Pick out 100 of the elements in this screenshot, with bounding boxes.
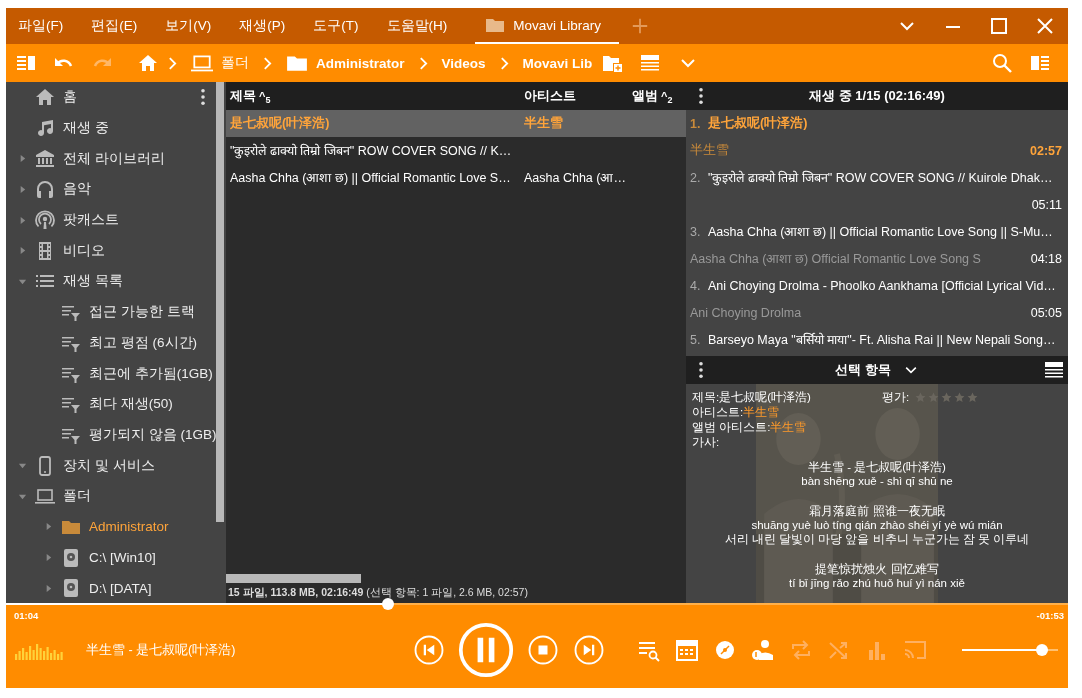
now-playing-text: 半生雪 - 是七叔呢(叶泽浩)	[86, 641, 236, 659]
previous-button[interactable]	[414, 635, 444, 665]
calendar-icon[interactable]	[675, 638, 699, 662]
track-duration: 05:05	[1030, 305, 1062, 320]
next-button[interactable]	[574, 635, 604, 665]
sidebar-item[interactable]: 음악	[63, 180, 91, 199]
pause-button[interactable]	[458, 622, 514, 678]
drive-icon	[61, 547, 81, 568]
more-icon[interactable]	[698, 361, 704, 379]
sidebar-item[interactable]: 홈	[63, 88, 77, 107]
lyrics-line: 半生雪 - 是七叔呢(叶泽浩)	[807, 460, 947, 474]
lyrics-line: 霜月落庭前 照谁一夜无眠	[808, 504, 946, 518]
volume-slider[interactable]	[962, 644, 1058, 656]
sidebar-item[interactable]: 재생 목록	[63, 272, 123, 291]
stop-button[interactable]	[528, 635, 558, 665]
track-row[interactable]: Aasha Chha (आशा छ) || Official Romantic Love S… Aasha Chha (आ…	[226, 164, 686, 191]
rating-label: 평가:	[882, 390, 910, 405]
expand-arrow-icon[interactable]	[44, 522, 53, 532]
column-header[interactable]: 앨범 ^$_{2}$	[632, 86, 686, 106]
maximize-icon[interactable]	[989, 16, 1009, 36]
menu-item[interactable]: 파일(F)	[18, 17, 64, 35]
podcast-icon	[35, 210, 55, 231]
library-icon	[35, 148, 55, 169]
sidebar-toggle-icon[interactable]	[16, 53, 36, 73]
lyrics-line: bàn shēng xuě - shì qī shū ne	[800, 474, 954, 488]
chevron-icon	[168, 56, 177, 70]
track-number: 1.	[690, 116, 702, 131]
menu-item[interactable]: 도움말(H)	[386, 17, 448, 35]
track-number: 4.	[690, 278, 702, 293]
column-header[interactable]: 아티스트	[524, 87, 632, 105]
track-row[interactable]: "कुइरोले ढाक्यो तिम्रो जिबन" ROW COVER SONG // K…	[226, 137, 686, 164]
star-rating[interactable]	[915, 392, 979, 403]
sidebar-item[interactable]: 최고 평점 (6시간)	[89, 333, 197, 352]
home-icon	[35, 87, 55, 108]
chevron-icon	[499, 56, 509, 70]
sidebar-item[interactable]: D:\ [DATA]	[89, 580, 152, 596]
menu-item[interactable]: 재생(P)	[239, 17, 286, 35]
status-text: 15 파일, 113.8 MB, 02:16:49 (선택 항목: 1 파일, 2.6 MB, 02:57)	[227, 585, 529, 600]
track-title[interactable]: Ani Choying Drolma - Phoolko Aankhama [Official Lyrical Vid…	[708, 278, 1056, 293]
expand-arrow-icon[interactable]	[18, 246, 27, 256]
scrollbar-thumb[interactable]	[216, 82, 224, 522]
sidebar-item[interactable]: 폴더	[63, 487, 91, 506]
panel-title[interactable]: 선택 항목	[835, 361, 891, 379]
expand-arrow-icon[interactable]	[18, 154, 27, 164]
track-title[interactable]: "कुइरोले ढाक्यो तिम्रो जिबन" ROW COVER SONG // Kuirole Dhak…	[708, 169, 1053, 186]
track-title[interactable]: Aasha Chha (आशा छ) || Official Romantic Love Song || S-Mu…	[708, 223, 1053, 240]
track-duration: 04:18	[1030, 251, 1062, 266]
menu-item[interactable]: 도구(T)	[313, 17, 359, 35]
collapse-arrow-icon[interactable]	[18, 461, 27, 471]
sidebar-item[interactable]: 전체 라이브러리	[63, 149, 165, 168]
field-text: 앨범 아티스트:半生雪	[692, 420, 808, 435]
menu-item[interactable]: 보기(V)	[165, 17, 212, 35]
lyrics-line: 提笔惊扰烛火 回忆难写	[814, 562, 940, 576]
repeat-icon[interactable]	[789, 638, 813, 662]
more-icon[interactable]	[200, 88, 206, 106]
track-artist: 半生雪	[690, 142, 729, 159]
expand-arrow-icon[interactable]	[44, 553, 53, 563]
close-icon[interactable]	[1035, 16, 1055, 36]
menu-item[interactable]: 편집(E)	[91, 17, 138, 35]
track-number: 5.	[690, 332, 702, 347]
track-title[interactable]: 是七叔呢(叶泽浩)	[708, 115, 808, 132]
scrollbar-thumb[interactable]	[226, 574, 361, 583]
sidebar-item[interactable]: 접근 가능한 트랙	[89, 303, 195, 322]
more-icon[interactable]	[698, 87, 704, 105]
track-title[interactable]: Barseyo Maya "बर्सियो माया"- Ft. Alisha Rai || New Nepali Song…	[708, 331, 1056, 348]
headphones-icon	[35, 179, 55, 200]
sidebar-item[interactable]: 팟캐스트	[63, 211, 119, 230]
sidebar-item[interactable]: 비디오	[63, 241, 105, 260]
elapsed-time: 01:04	[14, 610, 39, 621]
field-text: 가사:	[692, 435, 721, 450]
expand-arrow-icon[interactable]	[44, 583, 53, 593]
view-list-icon[interactable]	[1044, 360, 1064, 380]
column-header[interactable]: 제목 ^$_{5}$	[226, 86, 524, 106]
expand-arrow-icon[interactable]	[18, 215, 27, 225]
expand-arrow-icon[interactable]	[18, 184, 27, 194]
sidebar-item[interactable]: 평가되지 않음 (1GB)	[89, 425, 216, 444]
track-artist: Ani Choying Drolma	[690, 305, 802, 320]
sidebar-item[interactable]: 장치 및 서비스	[63, 456, 155, 475]
panel-layout-icon[interactable]	[1030, 53, 1050, 73]
sidebar-item[interactable]: C:\ [Win10]	[89, 550, 156, 566]
sidebar-item[interactable]: 재생 중	[63, 119, 109, 138]
sidebar-item[interactable]: 최다 재생(50)	[89, 395, 173, 414]
seek-slider[interactable]	[6, 598, 1068, 610]
field-text: 제목:是七叔呢(叶泽浩)	[692, 390, 812, 405]
remaining-time: -01:53	[1036, 610, 1064, 621]
sidebar-item[interactable]: Administrator	[89, 519, 169, 535]
disc-icon[interactable]	[713, 638, 737, 662]
add-tab-icon[interactable]	[631, 17, 650, 35]
track-duration: 02:57	[1030, 143, 1062, 158]
lyrics-line: tí bǐ jīng rǎo zhú huǒ huí yì nán xiě	[788, 576, 966, 590]
lyrics-line: shuāng yuè luò tíng qián zhào shéi yí yè wú mián	[750, 518, 1004, 532]
artist-icon[interactable]	[751, 638, 775, 662]
new-folder-icon[interactable]	[602, 53, 623, 73]
track-duration: 05:11	[1031, 197, 1062, 212]
sidebar-item[interactable]: 최근에 추가됨(1GB)	[89, 364, 213, 383]
track-number: 3.	[690, 224, 702, 239]
search-icon[interactable]	[992, 53, 1012, 73]
music-note-icon	[35, 118, 55, 139]
home-icon[interactable]	[138, 53, 158, 73]
cast-icon[interactable]	[903, 638, 927, 662]
